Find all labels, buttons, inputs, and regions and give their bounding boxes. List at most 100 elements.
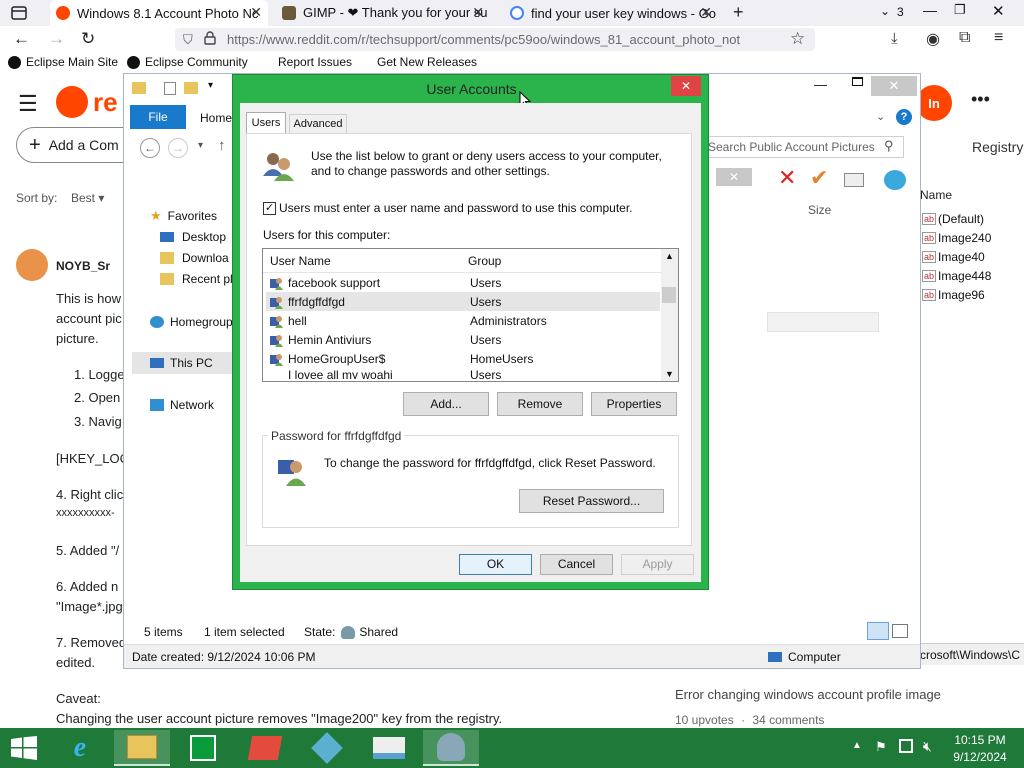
remove-user-button[interactable]: Remove [497,392,583,416]
sort-dropdown[interactable]: Best ▾ [71,191,104,205]
add-user-button[interactable]: Add... [403,392,489,416]
nav-favorites[interactable]: ★ Favorites [150,208,217,224]
regedit-column-name[interactable]: Name [920,188,952,202]
restore-window-icon[interactable]: ❐ [954,2,966,18]
quick-access-dropdown-icon[interactable]: ▾ [208,80,213,91]
table-row[interactable]: hell Administrators [266,311,660,330]
comment-username[interactable]: NOYB_Sr [56,259,110,273]
ribbon-home-tab[interactable]: Home [200,111,232,125]
scroll-up-icon[interactable]: ▲ [661,251,678,261]
tab-overflow-chevron-icon[interactable]: ⌄ [880,4,890,18]
new-tab-button[interactable]: + [733,2,744,23]
minimize-window-icon[interactable]: — [923,2,937,18]
bookmark-report-issues[interactable]: Report Issues [278,55,352,69]
reddit-logo-icon[interactable] [56,86,88,118]
downloads-icon[interactable]: ⤓ [891,30,898,47]
user-avatar[interactable] [16,249,48,281]
properties-button[interactable]: Properties [591,392,677,416]
tab-gimp[interactable]: GIMP - ❤ Thank you for your su ✕ [276,0,490,26]
table-row[interactable]: ffrfdgffdfgd Users [266,292,660,311]
explorer-back-icon[interactable]: ← [140,138,160,158]
nav-desktop[interactable]: Desktop [160,230,226,244]
explorer-forward-icon[interactable]: → [168,138,188,158]
close-tab-icon[interactable]: ✕ [472,4,484,21]
table-row[interactable]: I lovee all my woahi Users [266,368,660,379]
explorer-search-box[interactable]: Search Public Account Pictures [704,136,904,158]
regedit-value[interactable]: ab Image40 [922,247,991,266]
clock-time[interactable]: 10:15 PM [950,733,1010,747]
cancel-button[interactable]: Cancel [540,554,613,575]
store-icon[interactable] [175,730,231,766]
bookmark-star-icon[interactable]: ☆ [790,29,805,49]
nav-recent-places[interactable]: Recent pla [160,272,239,286]
volume-muted-icon[interactable]: 🔇︎ [923,738,932,755]
start-button[interactable] [0,728,48,768]
more-options-icon[interactable]: ••• [971,89,990,110]
nav-this-pc[interactable]: This PC [132,352,238,374]
up-arrow-icon[interactable]: ↑ [218,137,226,154]
column-header-group[interactable]: Group [468,254,501,268]
nav-homegroup[interactable]: Homegroup [150,315,233,329]
ribbon-expand-icon[interactable]: ⌄ [876,110,885,123]
recent-locations-chevron-icon[interactable]: ▾ [198,140,203,151]
help-icon[interactable]: ? [896,109,912,125]
close-tab-icon[interactable]: ✕ [250,4,262,21]
scroll-down-icon[interactable]: ▼ [661,369,678,379]
regedit-value[interactable]: ab Image240 [922,228,991,247]
network-status-icon[interactable] [899,739,913,753]
back-arrow-icon[interactable]: ← [13,29,30,49]
column-header-user-name[interactable]: User Name [270,254,331,268]
list-scrollbar[interactable]: ▲ ▼ [661,249,678,381]
user-accounts-taskbar-icon[interactable] [423,730,479,766]
tab-google-search[interactable]: find your user key windows - Go ✕ [504,0,718,26]
tab-list-icon[interactable] [10,5,28,21]
tab-users[interactable]: Users [246,112,286,134]
close-window-icon[interactable]: ✕ [992,2,1005,20]
require-password-label[interactable]: Users must enter a user name and passwor… [279,201,633,215]
shield-icon[interactable]: ⛉ [183,32,193,48]
bookmark-get-new-releases[interactable]: Get New Releases [377,55,477,69]
regedit-value[interactable]: ab Image448 [922,266,991,285]
table-row[interactable]: facebook support Users [266,273,660,292]
delete-icon[interactable]: ✕ [778,167,796,189]
app-taskbar-icon[interactable] [237,730,293,766]
url-bar[interactable]: https://www.reddit.com/r/techsupport/com… [175,28,815,51]
show-hidden-icons-icon[interactable]: ▲ [852,740,862,751]
bookmark-eclipse-main-site[interactable]: Eclipse Main Site [8,55,118,69]
explorer-maximize-icon[interactable] [852,77,863,86]
tab-advanced[interactable]: Advanced [289,114,347,134]
search-icon[interactable]: ⚲ [884,138,894,154]
reset-password-button[interactable]: Reset Password... [519,489,664,513]
explorer-close-button[interactable]: ✕ [871,76,917,96]
hamburger-menu-icon[interactable]: ☰ [18,91,38,117]
clock-date[interactable]: 9/12/2024 [950,750,1010,764]
close-tab-icon[interactable]: ✕ [700,4,712,21]
scroll-thumb[interactable] [662,287,676,303]
regedit-value[interactable]: ab Image96 [922,285,991,304]
apply-button[interactable]: Apply [621,554,694,575]
menu-hamburger-icon[interactable]: ≡ [994,29,1003,47]
large-icons-view-icon[interactable] [892,624,908,638]
tab-windows-account-photo[interactable]: Windows 8.1 Account Photo Nc ✕ [50,0,268,26]
globe-icon[interactable] [884,170,906,190]
details-view-icon[interactable] [867,622,889,640]
account-icon[interactable]: ◉ [926,29,940,49]
require-password-checkbox[interactable]: ✓ [263,202,276,215]
profile-avatar[interactable]: In [916,85,952,121]
cube-app-icon[interactable] [299,730,355,766]
regedit-value[interactable]: ab (Default) [922,209,991,228]
reload-icon[interactable]: ↻ [81,29,95,49]
related-post-title[interactable]: Error changing windows account profile i… [675,687,941,702]
explorer-minimize-icon[interactable]: — [814,77,827,92]
file-explorer-taskbar-icon[interactable] [114,730,170,766]
downloads-taskbar-icon[interactable] [361,730,417,766]
bookmark-eclipse-community[interactable]: Eclipse Community [127,55,248,69]
properties-panel-icon[interactable] [844,173,864,187]
table-row[interactable]: HomeGroupUser$ HomeUsers [266,349,660,368]
ribbon-file-tab[interactable]: File [130,105,186,129]
checkmark-icon[interactable]: ✔ [810,167,828,189]
properties-icon[interactable] [164,82,176,95]
internet-explorer-icon[interactable]: e [52,730,108,766]
forward-arrow-icon[interactable]: → [48,29,65,49]
extensions-icon[interactable]: ⧉ [959,29,970,47]
